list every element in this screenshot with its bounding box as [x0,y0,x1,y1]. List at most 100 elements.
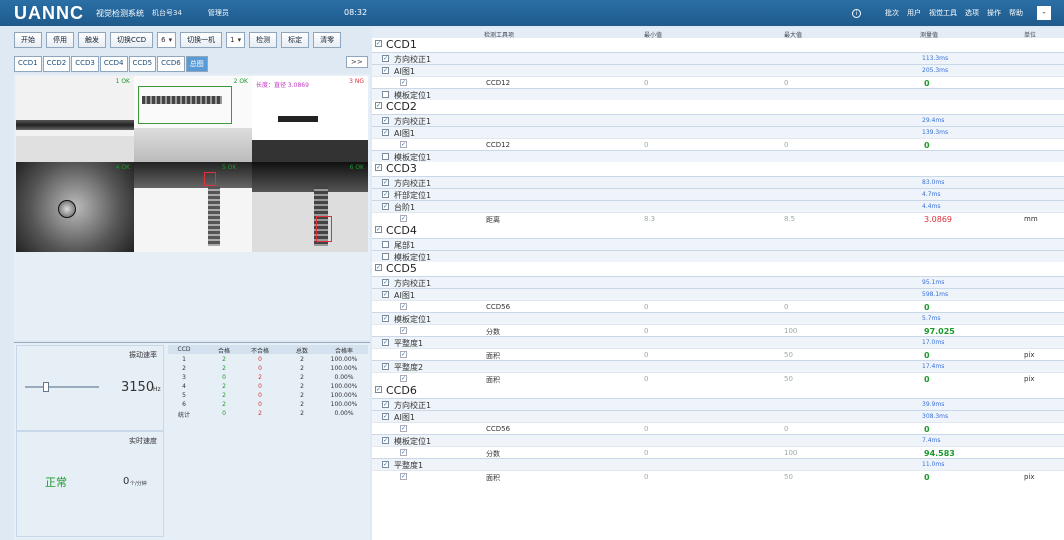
row-checkbox[interactable]: ✓ [382,129,389,136]
row-checkbox[interactable]: ✓ [382,191,389,198]
trigger-button[interactable]: 触发 [78,32,106,48]
speed-slider-handle[interactable] [43,382,49,392]
row-checkbox[interactable]: ✓ [382,279,389,286]
result-tool-row[interactable]: ✓ 杆部定位1 4.7ms [372,188,1064,200]
expand-button[interactable]: >> [346,56,368,68]
result-tool-row[interactable]: 尾部1 [372,238,1064,250]
row-checkbox[interactable]: ✓ [382,67,389,74]
result-tool-row[interactable]: ✓ 台阶1 4.4ms [372,200,1064,212]
camera-view-ccd5[interactable]: 5 OK [134,162,252,252]
mode-select[interactable]: 1 ▾ [226,32,246,48]
camera-view-ccd1[interactable]: 1 OK [16,76,134,162]
result-tool-row[interactable]: 模板定位1 [372,150,1064,162]
result-detail-row[interactable]: ✓ CCD56 0 0 0 [372,422,1064,434]
row-checkbox[interactable]: ✓ [400,351,407,358]
row-checkbox[interactable]: ✓ [375,386,382,393]
result-detail-row[interactable]: ✓ 面积 0 50 0 pix [372,470,1064,482]
row-checkbox[interactable]: ✓ [400,141,407,148]
row-checkbox[interactable]: ✓ [382,437,389,444]
row-checkbox[interactable]: ✓ [400,303,407,310]
result-tool-row[interactable]: 模板定位1 [372,250,1064,262]
result-tool-row[interactable]: ✓ AI图1 139.3ms [372,126,1064,138]
row-checkbox[interactable]: ✓ [400,79,407,86]
calibrate-button[interactable]: 标定 [281,32,310,48]
result-tool-row[interactable]: ✓ 方向校正1 39.9ms [372,398,1064,410]
row-checkbox[interactable]: ✓ [375,264,382,271]
result-tool-row[interactable]: ✓ 模板定位1 7.4ms [372,434,1064,446]
result-group-row[interactable]: ✓ CCD3 [372,162,1064,176]
result-group-row[interactable]: ✓ CCD1 [372,38,1064,52]
result-group-row[interactable]: ✓ CCD2 [372,100,1064,114]
row-checkbox[interactable]: ✓ [375,226,382,233]
camera-view-ccd3[interactable]: 长度：直径 3.0869 3 NG [252,76,368,162]
row-checkbox[interactable]: ✓ [375,40,382,47]
row-checkbox[interactable]: ✓ [400,327,407,334]
menu-item-vision-tools[interactable]: 视觉工具 [929,8,957,18]
result-detail-row[interactable]: ✓ CCD56 0 0 0 [372,300,1064,312]
row-checkbox[interactable] [382,241,389,248]
result-tool-row[interactable]: ✓ 方向校正1 83.0ms [372,176,1064,188]
speed-slider[interactable] [25,386,99,388]
ccd-select[interactable]: 6 ▾ [157,32,177,48]
menu-item-batch[interactable]: 批次 [885,8,899,18]
stop-button[interactable]: 停用 [46,32,74,48]
row-checkbox[interactable]: ✓ [382,55,389,62]
result-tool-row[interactable]: ✓ 平整度1 17.0ms [372,336,1064,348]
start-button[interactable]: 开始 [14,32,42,48]
row-checkbox[interactable]: ✓ [400,425,407,432]
result-tool-row[interactable]: ✓ 方向校正1 95.1ms [372,276,1064,288]
row-checkbox[interactable]: ✓ [400,375,407,382]
tab-ccd5[interactable]: CCD5 [128,56,157,72]
tab-ccd4[interactable]: CCD4 [99,56,128,72]
result-tool-row[interactable]: ✓ AI图1 598.1ms [372,288,1064,300]
row-checkbox[interactable]: ✓ [382,413,389,420]
switch-ccd-button[interactable]: 切换CCD [110,32,154,48]
camera-view-ccd6[interactable]: 6 OK [252,162,368,252]
result-detail-row[interactable]: ✓ 距离 8.3 8.5 3.0869 mm [372,212,1064,224]
camera-view-ccd2[interactable]: 2 OK [134,76,252,162]
result-tool-row[interactable]: ✓ 方向校正1 29.4ms [372,114,1064,126]
menu-item-user[interactable]: 用户 [907,8,921,18]
tab-ccd6[interactable]: CCD6 [157,56,185,72]
row-checkbox[interactable]: ✓ [382,203,389,210]
result-group-row[interactable]: ✓ CCD6 [372,384,1064,398]
result-detail-row[interactable]: ✓ 分数 0 100 97.025 [372,324,1064,336]
switch-mode-button[interactable]: 切换一机 [180,32,223,48]
row-checkbox[interactable]: ✓ [400,473,407,480]
result-detail-row[interactable]: ✓ 面积 0 50 0 pix [372,348,1064,360]
row-checkbox[interactable]: ✓ [382,291,389,298]
row-checkbox[interactable]: ✓ [382,339,389,346]
result-tool-row[interactable]: 模板定位1 [372,88,1064,100]
row-checkbox[interactable]: ✓ [375,102,382,109]
row-checkbox[interactable]: ✓ [382,315,389,322]
result-group-row[interactable]: ✓ CCD4 [372,224,1064,238]
tab-ccd3[interactable]: CCD3 [71,56,99,72]
result-detail-row[interactable]: ✓ 分数 0 100 94.583 [372,446,1064,458]
minimize-button[interactable]: - [1037,6,1051,20]
result-tool-row[interactable]: ✓ AI图1 205.3ms [372,64,1064,76]
row-checkbox[interactable] [382,91,389,98]
row-checkbox[interactable] [382,153,389,160]
row-checkbox[interactable]: ✓ [382,461,389,468]
row-checkbox[interactable]: ✓ [382,401,389,408]
tab-ccd2[interactable]: CCD2 [42,56,71,72]
row-checkbox[interactable]: ✓ [382,117,389,124]
menu-item-options[interactable]: 选项 [965,8,979,18]
row-checkbox[interactable]: ✓ [400,449,407,456]
info-icon[interactable]: i [852,8,861,18]
result-tool-row[interactable]: ✓ 平整度2 17.4ms [372,360,1064,372]
row-checkbox[interactable]: ✓ [382,363,389,370]
result-group-row[interactable]: ✓ CCD5 [372,262,1064,276]
result-tool-row[interactable]: ✓ 方向校正1 113.3ms [372,52,1064,64]
result-tool-row[interactable]: ✓ AI图1 308.3ms [372,410,1064,422]
menu-item-help[interactable]: 帮助 [1009,8,1023,18]
tab-ccd1[interactable]: CCD1 [14,56,42,72]
result-detail-row[interactable]: ✓ 面积 0 50 0 pix [372,372,1064,384]
result-tool-row[interactable]: ✓ 平整度1 11.0ms [372,458,1064,470]
camera-view-ccd4[interactable]: 4 OK [16,162,134,252]
row-checkbox[interactable] [382,253,389,260]
menu-item-operate[interactable]: 操作 [987,8,1001,18]
reset-button[interactable]: 清零 [313,32,342,48]
result-detail-row[interactable]: ✓ CCD12 0 0 0 [372,76,1064,88]
check-button[interactable]: 检测 [249,32,278,48]
